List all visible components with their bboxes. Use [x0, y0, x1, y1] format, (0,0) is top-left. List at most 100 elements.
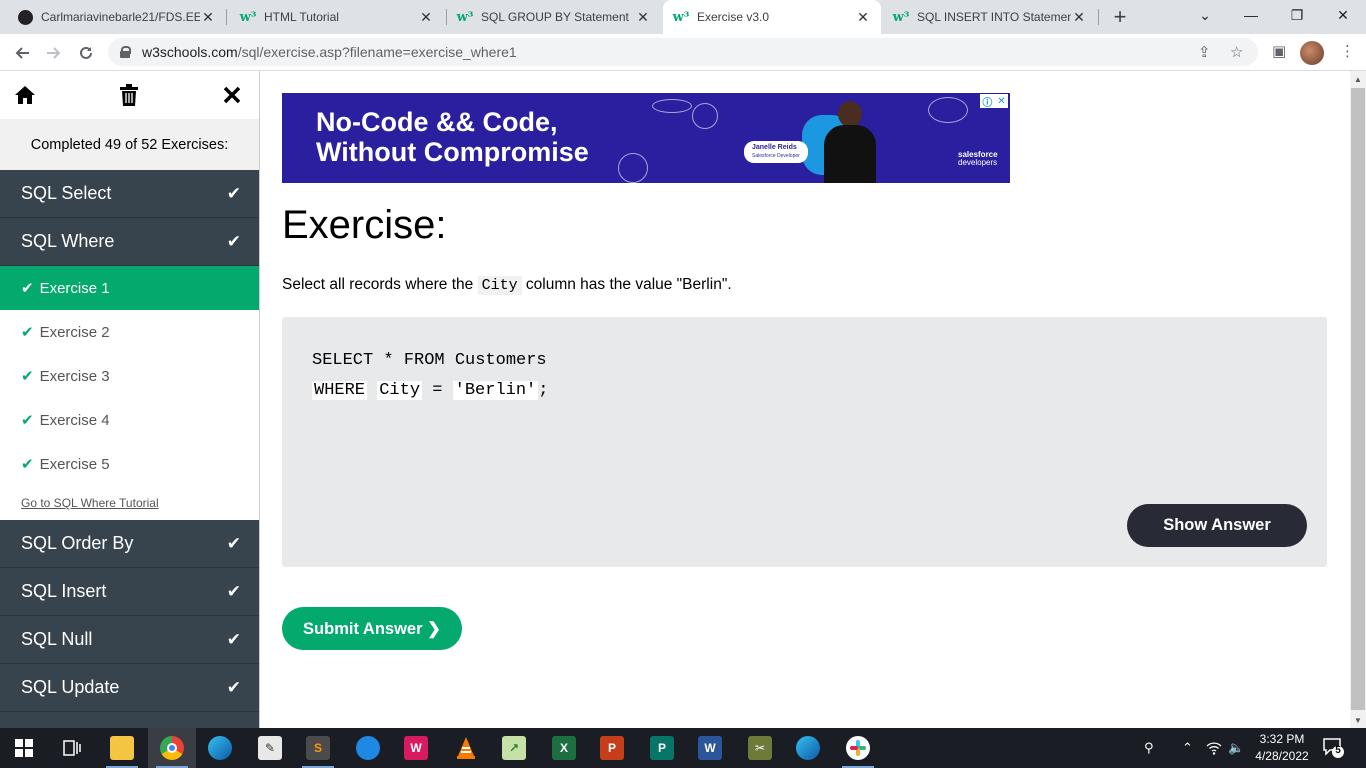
show-answer-button[interactable]: Show Answer [1127, 504, 1307, 547]
tab-title: SQL GROUP BY Statement [481, 10, 629, 24]
planet-decoration [618, 153, 648, 183]
exercise-item-4[interactable]: ✔ Exercise 4 [0, 398, 259, 442]
close-tab-icon[interactable]: ✕ [855, 9, 871, 26]
home-icon[interactable] [12, 82, 38, 108]
category-label: SQL Update [21, 677, 120, 697]
tab-title: Carlmariavinebarle21/FDS.EE [41, 10, 200, 24]
category-label: SQL Null [21, 629, 93, 649]
tab-title: Exercise v3.0 [697, 10, 770, 24]
taskbar-chrome[interactable] [148, 728, 196, 768]
exercise-item-5[interactable]: ✔ Exercise 5 [0, 442, 259, 486]
close-tab-icon[interactable]: ✕ [200, 9, 216, 26]
notification-center-button[interactable]: 5 [1322, 736, 1346, 760]
taskbar-sublime[interactable]: S [294, 728, 342, 768]
taskbar-slack[interactable] [834, 728, 882, 768]
check-icon: ✔ [226, 677, 241, 697]
close-tab-icon[interactable]: ✕ [635, 9, 651, 26]
back-button[interactable] [8, 39, 36, 67]
ad-brand-line2: developers [958, 158, 998, 167]
forward-button[interactable] [40, 39, 68, 67]
page-scrollbar[interactable]: ▲ ▼ [1350, 71, 1366, 728]
category-sql-where[interactable]: SQL Where ✔ [0, 218, 259, 266]
taskbar-wamp[interactable]: W [392, 728, 440, 768]
exercise-item-3[interactable]: ✔ Exercise 3 [0, 354, 259, 398]
answer-input-2[interactable]: City [377, 381, 423, 400]
trash-icon[interactable] [116, 82, 142, 108]
share-icon[interactable]: ⇪ [1198, 38, 1211, 66]
taskbar-app-chart[interactable]: ↗ [490, 728, 538, 768]
category-next[interactable] [0, 712, 259, 728]
w3schools-icon: w³ [672, 9, 690, 25]
check-icon: ✔ [21, 412, 34, 429]
category-sql-order-by[interactable]: SQL Order By ✔ [0, 520, 259, 568]
taskbar-word[interactable]: W [686, 728, 734, 768]
volume-icon[interactable]: 🔈 [1228, 728, 1244, 768]
taskbar-edge[interactable] [196, 728, 244, 768]
wifi-icon[interactable] [1206, 728, 1222, 768]
tab-title: SQL INSERT INTO Statement [917, 10, 1071, 24]
minimize-button[interactable]: — [1228, 0, 1274, 30]
category-sql-insert[interactable]: SQL Insert ✔ [0, 568, 259, 616]
scroll-down-icon[interactable]: ▼ [1350, 712, 1366, 728]
bookmark-star-icon[interactable]: ☆ [1230, 38, 1243, 66]
menu-kebab-icon[interactable]: ⋮ [1340, 42, 1355, 60]
side-panel-icon[interactable]: ▣ [1272, 42, 1286, 60]
scroll-up-icon[interactable]: ▲ [1350, 71, 1366, 87]
ad-person-image [820, 99, 880, 183]
category-sql-select[interactable]: SQL Select ✔ [0, 170, 259, 218]
check-icon: ✔ [226, 629, 241, 649]
close-tab-icon[interactable]: ✕ [418, 9, 434, 26]
task-view-button[interactable] [48, 728, 96, 768]
taskbar-file-explorer[interactable] [98, 728, 146, 768]
new-tab-button[interactable]: + [1108, 4, 1132, 30]
exercise-item-1[interactable]: ✔ Exercise 1 [0, 266, 259, 310]
taskbar-powerpoint[interactable]: P [588, 728, 636, 768]
advertisement-banner[interactable]: No-Code && Code, Without Compromise Jane… [282, 93, 1010, 183]
tutorial-link[interactable]: Go to SQL Where Tutorial [0, 486, 259, 520]
ad-close-icon[interactable]: ✕ [997, 96, 1005, 107]
address-bar[interactable]: w3schools.com/sql/exercise.asp?filename=… [108, 38, 1258, 66]
ad-info-icon[interactable]: ⓘ [982, 94, 992, 109]
close-tab-icon[interactable]: ✕ [1071, 9, 1087, 26]
tab-html-tutorial[interactable]: w³ HTML Tutorial ✕ [230, 0, 444, 34]
browser-toolbar: w3schools.com/sql/exercise.asp?filename=… [0, 34, 1366, 71]
ad-headline-line2: Without Compromise [316, 137, 589, 167]
tray-expand-icon[interactable]: ⌃ [1182, 728, 1193, 768]
close-window-button[interactable]: ✕ [1320, 0, 1366, 30]
taskbar-excel[interactable]: X [540, 728, 588, 768]
answer-input-3[interactable]: 'Berlin' [452, 381, 539, 400]
clock-date: 4/28/2022 [1255, 749, 1309, 763]
category-label: SQL Order By [21, 533, 134, 553]
taskbar-paint[interactable]: ✎ [246, 728, 294, 768]
instruction-text: column has the value "Berlin". [521, 276, 732, 293]
ad-close-controls[interactable]: ⓘ ✕ [980, 94, 1008, 109]
start-button[interactable] [0, 728, 48, 768]
submit-answer-button[interactable]: Submit Answer ❯ [282, 607, 462, 650]
main-content: No-Code && Code, Without Compromise Jane… [261, 71, 1350, 728]
taskbar-app-tools[interactable]: ✂ [736, 728, 784, 768]
taskbar-edge-2[interactable] [784, 728, 832, 768]
folder-icon [110, 736, 134, 760]
tab-sql-group-by[interactable]: w³ SQL GROUP BY Statement ✕ [447, 0, 661, 34]
profile-avatar[interactable] [1300, 41, 1324, 65]
reload-button[interactable] [72, 39, 100, 67]
close-icon[interactable] [219, 82, 245, 108]
restore-button[interactable]: ❐ [1274, 0, 1320, 30]
scrollbar-thumb[interactable] [1351, 88, 1365, 710]
check-icon: ✔ [226, 533, 241, 553]
tab-github[interactable]: Carlmariavinebarle21/FDS.EE ✕ [8, 0, 226, 34]
tab-exercise[interactable]: w³ Exercise v3.0 ✕ [663, 0, 881, 34]
category-sql-update[interactable]: SQL Update ✔ [0, 664, 259, 712]
taskbar-publisher[interactable]: P [638, 728, 686, 768]
exercise-item-2[interactable]: ✔ Exercise 2 [0, 310, 259, 354]
publisher-icon: P [650, 736, 674, 760]
taskbar-app-blue[interactable] [344, 728, 392, 768]
answer-input-1[interactable]: WHERE [312, 381, 368, 400]
tab-sql-insert-into[interactable]: w³ SQL INSERT INTO Statement ✕ [883, 0, 1097, 34]
tab-search-icon[interactable]: ⌄ [1182, 0, 1228, 30]
reload-icon [80, 46, 92, 59]
taskbar-vlc[interactable] [442, 728, 490, 768]
system-clock[interactable]: 3:32 PM 4/28/2022 [1244, 731, 1320, 765]
people-icon[interactable]: ⚲ [1144, 728, 1154, 768]
category-sql-null[interactable]: SQL Null ✔ [0, 616, 259, 664]
